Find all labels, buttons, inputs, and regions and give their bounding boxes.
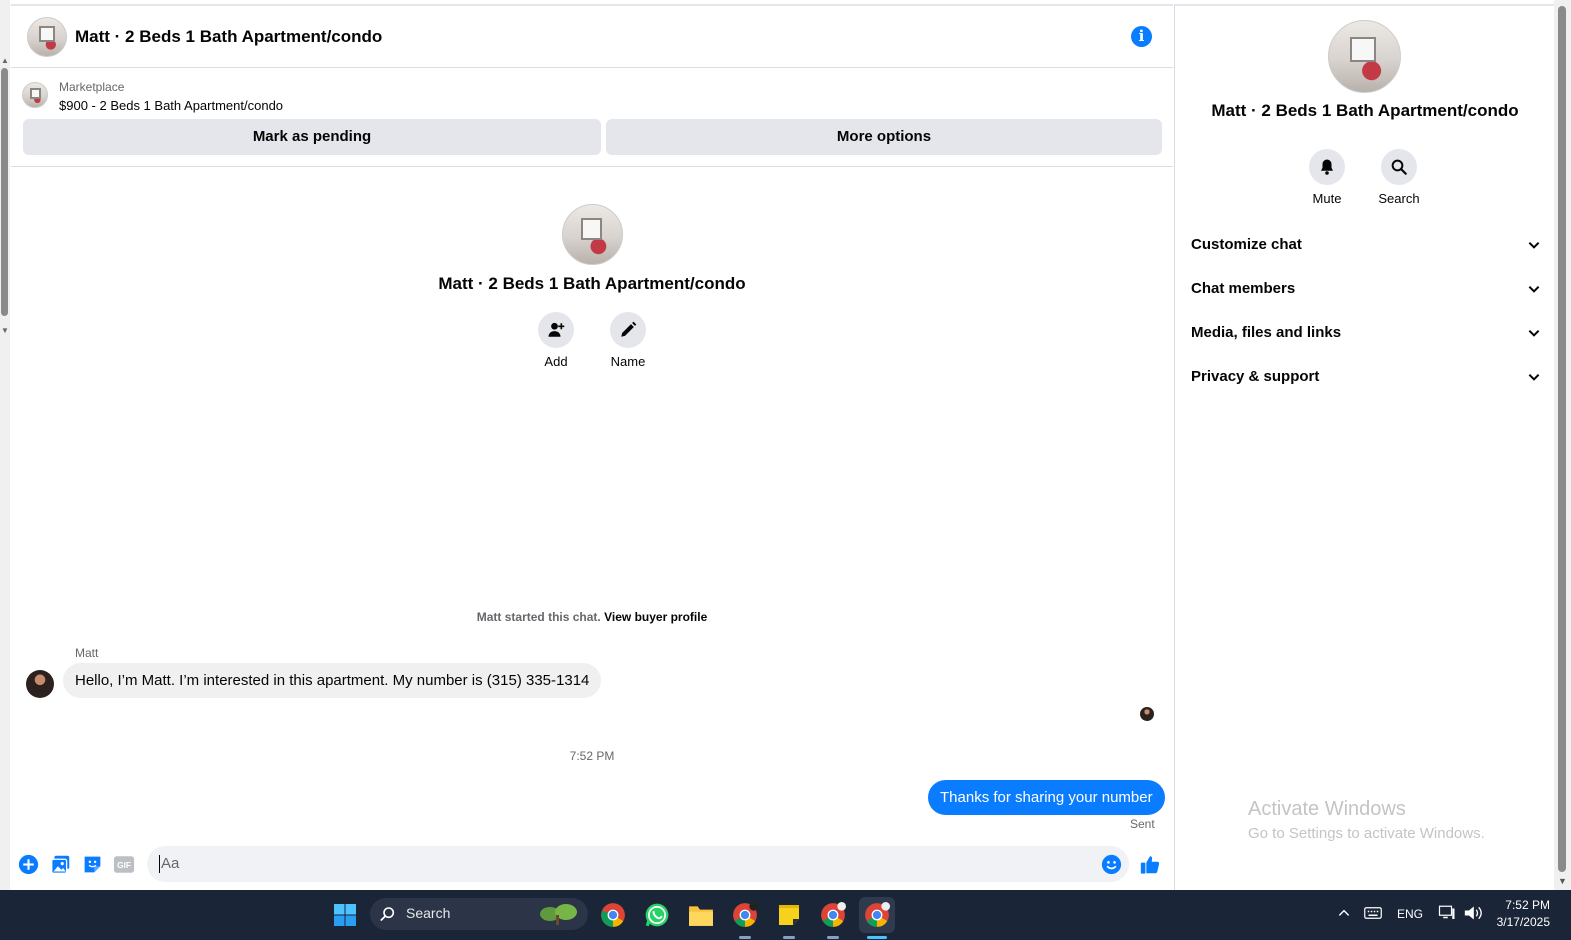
conversation-profile-avatar	[562, 204, 623, 265]
conversation-details-pane: Matt · 2 Beds 1 Bath Apartment/condo Mut…	[1174, 4, 1554, 890]
scroll-down-arrow-icon[interactable]: ▼	[1, 326, 9, 335]
gif-icon[interactable]: GIF	[113, 853, 135, 875]
volume-icon[interactable]	[1463, 904, 1483, 925]
search-icon	[380, 907, 395, 921]
message-input-placeholder: Aa	[161, 855, 180, 872]
chevron-up-icon[interactable]	[1337, 906, 1351, 923]
mark-as-pending-button[interactable]: Mark as pending	[23, 119, 601, 155]
watermark-subtitle: Go to Settings to activate Windows.	[1248, 825, 1485, 842]
message-input[interactable]: Aa	[147, 846, 1129, 882]
mute-button[interactable]	[1309, 149, 1345, 185]
clock[interactable]: 7:52 PM 3/17/2025	[1494, 898, 1550, 929]
network-icon[interactable]	[1438, 904, 1456, 925]
right-scrollbar[interactable]: ▼	[1554, 0, 1571, 890]
conversation-profile-title: Matt · 2 Beds 1 Bath Apartment/condo	[438, 274, 746, 293]
message-timestamp: 7:52 PM	[569, 749, 615, 763]
emoji-icon[interactable]	[1100, 853, 1122, 875]
marketplace-label: Marketplace	[59, 80, 125, 94]
message-composer: GIF Aa	[11, 844, 1173, 886]
chat-pane: Matt · 2 Beds 1 Bath Apartment/condo i M…	[11, 4, 1173, 890]
clock-time: 7:52 PM	[1505, 898, 1550, 912]
section-label: Customize chat	[1191, 236, 1302, 253]
outgoing-message[interactable]: Thanks for sharing your number	[928, 780, 1165, 815]
chrome-profile-icon[interactable]	[819, 901, 847, 929]
screen: ▲ ▼ Matt · 2 Beds 1 Bath Apartment/condo…	[0, 0, 1571, 940]
view-buyer-profile-link[interactable]: View buyer profile	[604, 610, 707, 624]
add-people-button[interactable]	[538, 312, 574, 348]
search-button[interactable]	[1381, 149, 1417, 185]
mute-label: Mute	[1312, 191, 1342, 206]
chevron-down-icon	[1528, 329, 1540, 337]
widgets-icon	[540, 904, 577, 925]
svg-text:GIF: GIF	[117, 861, 131, 870]
bell-icon	[1321, 159, 1333, 175]
sender-name: Matt	[75, 646, 99, 660]
text-caret	[159, 855, 160, 874]
chat-members-section[interactable]: Chat members	[1191, 280, 1541, 304]
chevron-down-icon	[1528, 285, 1540, 293]
scrollbar-thumb[interactable]	[1, 68, 8, 316]
activate-windows-watermark: Activate Windows Go to Settings to activ…	[1248, 798, 1485, 842]
details-avatar[interactable]	[1328, 20, 1401, 93]
running-indicator	[783, 936, 795, 939]
listing-thumbnail[interactable]	[22, 82, 48, 108]
whatsapp-icon[interactable]	[643, 901, 671, 929]
sender-avatar[interactable]	[26, 670, 54, 698]
section-label: Privacy & support	[1191, 368, 1320, 385]
info-icon[interactable]: i	[1131, 26, 1152, 47]
sticky-notes-icon[interactable]	[775, 901, 803, 929]
taskbar: Search ENG 7:52 PM 3/17/2025	[0, 890, 1571, 940]
scrollbar-thumb[interactable]	[1558, 6, 1566, 872]
sent-status: Sent	[1130, 817, 1155, 831]
search-icon	[1391, 159, 1407, 175]
scroll-down-arrow-icon[interactable]: ▼	[1558, 876, 1567, 886]
windows-start-icon[interactable]	[331, 901, 359, 929]
chrome-profile-icon-active[interactable]	[859, 897, 895, 933]
plus-circle-icon[interactable]	[17, 853, 39, 875]
language-indicator[interactable]: ENG	[1397, 907, 1423, 921]
search-label: Search	[1378, 191, 1420, 206]
section-label: Chat members	[1191, 280, 1296, 297]
left-scrollbar[interactable]: ▲ ▼	[0, 0, 10, 890]
file-explorer-icon[interactable]	[687, 901, 715, 929]
chevron-down-icon	[1528, 241, 1540, 249]
chevron-down-icon	[1528, 373, 1540, 381]
marketplace-banner: Marketplace $900 - 2 Beds 1 Bath Apartme…	[11, 69, 1173, 167]
photo-icon[interactable]	[49, 853, 71, 875]
chat-started-text: Matt started this chat.	[476, 610, 601, 624]
keyboard-icon[interactable]	[1364, 906, 1382, 923]
add-person-icon	[548, 322, 565, 337]
incoming-message[interactable]: Hello, I’m Matt. I’m interested in this …	[63, 663, 602, 698]
details-title: Matt · 2 Beds 1 Bath Apartment/condo	[1211, 101, 1519, 120]
sticker-icon[interactable]	[81, 853, 103, 875]
name-button[interactable]	[610, 312, 646, 348]
listing-title[interactable]: $900 - 2 Beds 1 Bath Apartment/condo	[59, 98, 283, 113]
chrome-icon[interactable]	[599, 901, 627, 929]
seen-indicator-avatar	[1140, 707, 1154, 721]
active-indicator	[867, 936, 887, 939]
running-indicator	[827, 936, 839, 939]
chat-started-notice: Matt started this chat. View buyer profi…	[11, 610, 1173, 624]
taskbar-search-box[interactable]: Search	[370, 898, 588, 930]
chat-header: Matt · 2 Beds 1 Bath Apartment/condo i	[11, 6, 1173, 68]
conversation-avatar[interactable]	[27, 17, 67, 57]
section-label: Media, files and links	[1191, 324, 1342, 341]
pencil-icon	[621, 321, 637, 337]
name-label: Name	[610, 354, 646, 369]
chrome-profile-icon[interactable]	[731, 901, 759, 929]
more-options-button[interactable]: More options	[606, 119, 1162, 155]
taskbar-search-label: Search	[406, 905, 451, 921]
customize-chat-section[interactable]: Customize chat	[1191, 236, 1541, 260]
watermark-title: Activate Windows	[1248, 798, 1406, 820]
running-indicator	[739, 936, 751, 939]
clock-date: 3/17/2025	[1496, 915, 1550, 929]
thumbs-up-icon[interactable]	[1139, 853, 1161, 875]
privacy-support-section[interactable]: Privacy & support	[1191, 368, 1541, 392]
scroll-up-arrow-icon[interactable]: ▲	[1, 56, 9, 65]
add-label: Add	[544, 354, 568, 369]
media-files-links-section[interactable]: Media, files and links	[1191, 324, 1541, 348]
conversation-title[interactable]: Matt · 2 Beds 1 Bath Apartment/condo	[75, 27, 382, 47]
